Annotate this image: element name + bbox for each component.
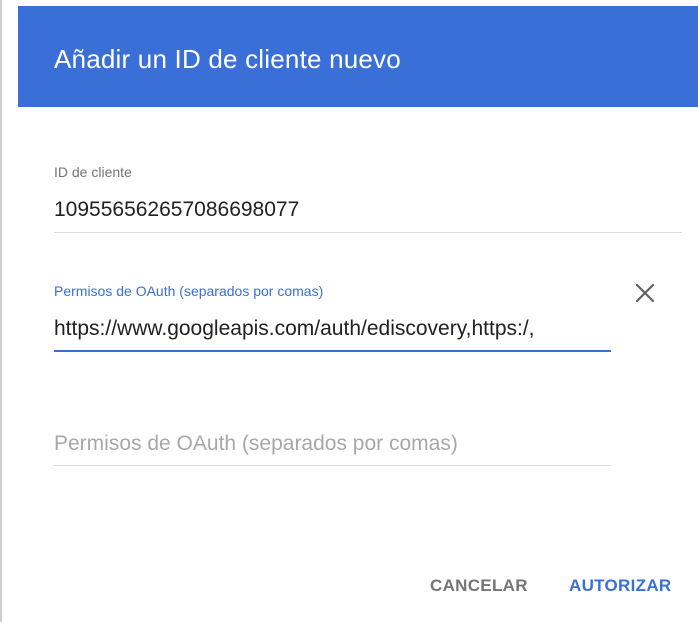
client-id-label: ID de cliente	[54, 164, 132, 180]
client-id-field[interactable]: ID de cliente 109556562657086698077	[54, 164, 682, 236]
dialog-header: Añadir un ID de cliente nuevo	[18, 6, 698, 107]
cancel-button[interactable]: CANCELAR	[430, 576, 528, 596]
dialog-title: Añadir un ID de cliente nuevo	[54, 44, 401, 74]
authorize-button[interactable]: AUTORIZAR	[569, 576, 672, 596]
add-client-id-dialog: Añadir un ID de cliente nuevo ID de clie…	[0, 0, 698, 622]
client-id-underline	[54, 232, 682, 233]
close-icon-glyph	[635, 283, 655, 303]
close-icon[interactable]	[632, 280, 658, 306]
oauth-scopes-field-empty[interactable]: Permisos de OAuth (separados por comas)	[54, 428, 611, 470]
oauth-scopes-label: Permisos de OAuth (separados por comas)	[54, 283, 324, 299]
oauth-scopes-underline	[54, 350, 611, 352]
oauth-scopes-value[interactable]: https://www.googleapis.com/auth/ediscove…	[54, 317, 611, 341]
oauth-scopes-field[interactable]: Permisos de OAuth (separados por comas) …	[54, 283, 611, 355]
oauth-scopes-empty-underline	[54, 465, 611, 466]
client-id-value[interactable]: 109556562657086698077	[54, 198, 682, 222]
oauth-scopes-placeholder[interactable]: Permisos de OAuth (separados por comas)	[54, 432, 458, 456]
